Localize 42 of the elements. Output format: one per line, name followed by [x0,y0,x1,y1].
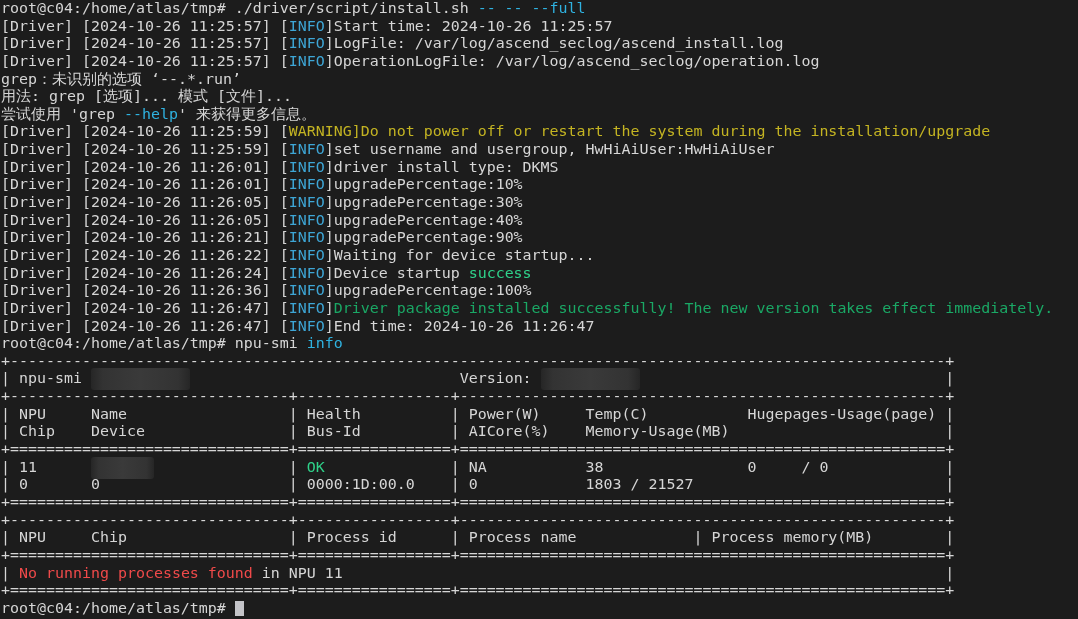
log-line: [Driver] [2024-10-26 11:25:57] [INFO]LogFile: /var/log/ascend_seclog/ascend_install.log [1,34,784,53]
table-text: | 11 [1,457,37,476]
log-line: [Driver] [2024-10-26 11:26:36] [INFO]upgradePercentage:100% [1,281,532,300]
command-line: root@c04:/home/atlas/tmp# npu-smi info [1,334,343,353]
output-line: 用法: grep [选项]... 模式 [文件]... [1,87,292,106]
table-text: | NA 38 0 / 0 | [450,457,955,476]
table-row: | NPU Name | Health | Power(W) Temp(C) Hugepages-Usage(page) | [1,404,955,423]
log-line: [Driver] [2024-10-26 11:26:47] [INFO]End time: 2024-10-26 11:26:47 [1,316,595,335]
table-border: +-------------------------------+-----------------+------------------------------------------------------+ [1,510,955,529]
log-line: [Driver] [2024-10-26 11:25:59] [INFO]set username and usergroup, HwHiAiUser:HwHiAiUser [1,140,775,159]
blurred-region [90,456,154,479]
table-row: | Chip Device | Bus-Id | AICore(%) Memory-Usage(MB) | [1,422,955,441]
log-line: [Driver] [2024-10-26 11:25:57] [INFO]Start time: 2024-10-26 11:25:57 [1,16,613,35]
table-border: +===============================+=================+======================================================+ [1,545,955,564]
output-line: 尝试使用 'grep --help' 来获得更多信息。 [1,104,316,123]
table-row: | NPU Chip | Process id | Process name | Process memory(MB) | [1,528,955,547]
shell-prompt: root@c04:/home/atlas/tmp# [1,598,226,617]
table-border: +===============================+=================+======================================================+ [1,440,955,458]
table-text: | [288,457,298,476]
table-row: | No running processes found in NPU 11 | [1,563,955,582]
log-line: [Driver] [2024-10-26 11:26:47] [INFO]Driver package installed successfully! The new version takes effect immediately. [1,298,1054,317]
log-line: [Driver] [2024-10-26 11:25:57] [INFO]OperationLogFile: /var/log/ascend_seclog/operation.log [1,51,820,70]
table-border: +--------------------------------------------------------------------------------------------------------+ [1,351,955,370]
log-line: [Driver] [2024-10-26 11:26:01] [INFO]upgradePercentage:10% [1,175,523,194]
log-line: [Driver] [2024-10-26 11:26:21] [INFO]upgradePercentage:90% [1,228,523,247]
table-text: | [945,369,955,388]
log-line: [Driver] [2024-10-26 11:26:05] [INFO]upgradePercentage:30% [1,193,523,212]
status-text: OK [306,457,325,476]
table-border: +===============================+=================+======================================================+ [1,581,955,600]
table-text: Version: [459,369,532,388]
output-line: grep：未识别的选项 ‘--.*.run’ [1,69,241,88]
log-line: [Driver] [2024-10-26 11:26:05] [INFO]upgradePercentage:40% [1,210,523,229]
text-cursor [234,600,244,616]
log-line: [Driver] [2024-10-26 11:26:22] [INFO]Waiting for device startup... [1,245,595,264]
log-line: [Driver] [2024-10-26 11:25:59] [WARNING]Do not power off or restart the system during the installation/upgrade [1,122,991,141]
table-border: +===============================+=================+======================================================+ [1,492,955,511]
log-line: [Driver] [2024-10-26 11:26:24] [INFO]Device startup success [1,263,532,282]
command-line: root@c04:/home/atlas/tmp# ./driver/script/install.sh -- -- --full [1,0,586,17]
table-border: +-------------------------------+-----------------+------------------------------------------------------+ [1,387,955,406]
table-row: | 0 0 | 0000:1D:00.0 | 0 1803 / 21527 | [1,475,955,494]
table-text: | npu-smi [1,369,82,388]
log-line: [Driver] [2024-10-26 11:26:01] [INFO]driver install type: DKMS [1,157,559,176]
